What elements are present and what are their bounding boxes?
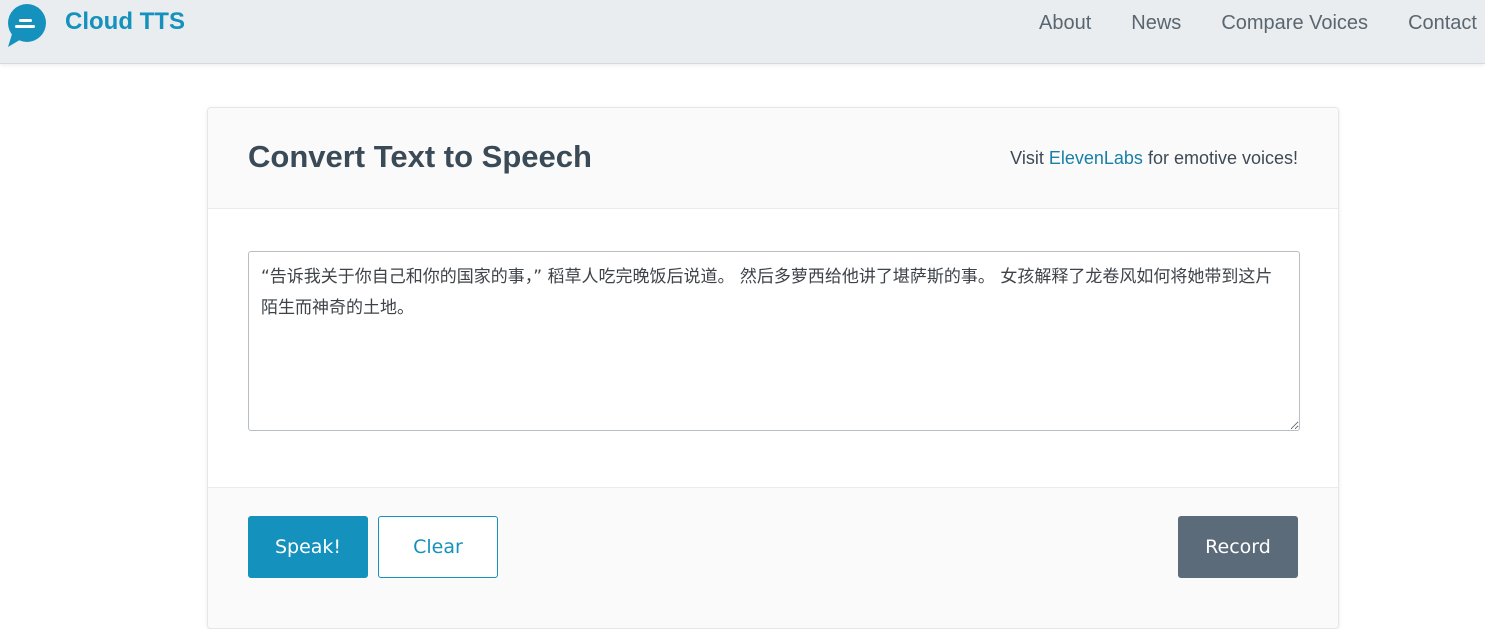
record-button[interactable]: Record: [1178, 516, 1298, 578]
speech-bubble-icon: [8, 4, 46, 47]
navbar: Cloud TTS About News Compare Voices Cont…: [0, 0, 1485, 64]
brand-name: Cloud TTS: [65, 8, 185, 35]
nav-links: About News Compare Voices Contact: [999, 12, 1477, 35]
promo-suffix: for emotive voices!: [1142, 148, 1298, 168]
nav-link-compare-voices[interactable]: Compare Voices: [1221, 12, 1368, 35]
card-footer: Speak! Clear Record: [208, 487, 1338, 628]
card-header: Convert Text to Speech Visit ElevenLabs …: [208, 108, 1338, 209]
page-title: Convert Text to Speech: [248, 139, 592, 174]
nav-link-news[interactable]: News: [1131, 12, 1181, 35]
promo-prefix: Visit: [1010, 148, 1049, 168]
promo-text: Visit ElevenLabs for emotive voices!: [1010, 148, 1298, 169]
elevenlabs-link[interactable]: ElevenLabs: [1049, 148, 1143, 168]
clear-button[interactable]: Clear: [378, 516, 498, 578]
nav-link-contact[interactable]: Contact: [1408, 12, 1477, 35]
speak-button[interactable]: Speak!: [248, 516, 368, 578]
nav-link-about[interactable]: About: [1039, 12, 1091, 35]
brand-link[interactable]: Cloud TTS: [4, 4, 185, 48]
tts-card: Convert Text to Speech Visit ElevenLabs …: [207, 107, 1339, 629]
text-input[interactable]: “告诉我关于你自己和你的国家的事，” 稻草人吃完晚饭后说道。 然后多萝西给他讲了…: [248, 251, 1300, 431]
